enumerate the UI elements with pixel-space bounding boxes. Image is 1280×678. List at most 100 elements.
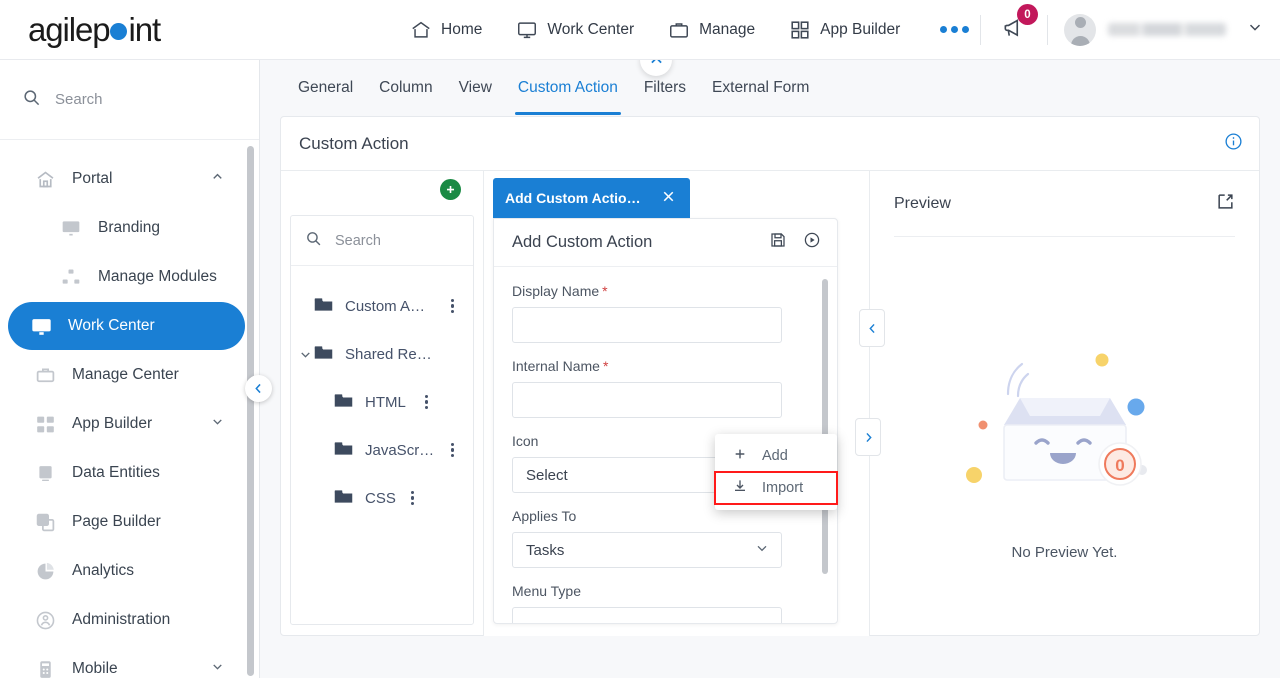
sidebar-label-page-builder: Page Builder: [72, 513, 161, 530]
tree-row-css[interactable]: CSS: [291, 474, 473, 522]
field-menu-type: Menu Type: [512, 583, 819, 623]
logo-text-left: agilep: [28, 10, 111, 48]
preview-empty-text: No Preview Yet.: [1011, 544, 1118, 561]
sidebar-item-mobile[interactable]: Mobile: [12, 645, 245, 678]
form-scrollbar[interactable]: [822, 279, 828, 574]
user-menu-chevron-down-icon[interactable]: [1246, 18, 1264, 41]
top-bar-right: 0: [964, 4, 1264, 49]
app-root: agilep int Home Work Center Manage App B…: [0, 0, 1280, 678]
sidebar-collapse-button[interactable]: [245, 375, 272, 402]
add-custom-action-tab-label: Add Custom Actio…: [505, 190, 641, 206]
sidebar-label-data-entities: Data Entities: [72, 464, 160, 481]
sidebar-item-portal[interactable]: Portal: [12, 155, 245, 203]
sidebar-item-manage-modules[interactable]: Manage Modules: [12, 253, 245, 301]
nav-home[interactable]: Home: [410, 19, 482, 41]
sidebar-item-page-builder[interactable]: Page Builder: [12, 498, 245, 546]
close-icon[interactable]: [660, 188, 677, 208]
sidebar-item-manage-center[interactable]: Manage Center: [12, 351, 245, 399]
context-menu-item-import[interactable]: Import: [714, 471, 838, 505]
external-link-icon[interactable]: [1216, 192, 1235, 216]
tree-label: Custom A…: [345, 297, 426, 315]
chevron-left-icon: [255, 383, 261, 394]
info-circle-icon[interactable]: [1224, 132, 1243, 156]
tree-context-menu: Add Import: [714, 434, 838, 510]
mobile-icon: [34, 658, 56, 678]
save-icon[interactable]: [769, 231, 787, 254]
work-center-icon: [30, 315, 52, 337]
field-internal-name: Internal Name *: [512, 358, 819, 418]
sidebar-item-branding[interactable]: Branding: [12, 204, 245, 252]
context-menu-item-add[interactable]: Add: [715, 440, 837, 472]
tab-general[interactable]: General: [285, 61, 366, 115]
sidebar-search[interactable]: Search: [0, 60, 259, 140]
tree-row-menu-button[interactable]: [451, 442, 455, 458]
applies-to-select[interactable]: Tasks: [512, 532, 782, 568]
sidebar-item-data-entities[interactable]: Data Entities: [12, 449, 245, 497]
preview-header: Preview: [894, 171, 1235, 237]
internal-name-input[interactable]: [512, 382, 782, 418]
plus-icon: [446, 185, 455, 194]
required-asterisk: *: [602, 283, 608, 299]
sidebar-item-administration[interactable]: Administration: [12, 596, 245, 644]
sidebar-scrollbar[interactable]: [247, 146, 254, 676]
tab-column[interactable]: Column: [366, 61, 445, 115]
folder-icon: [313, 294, 334, 319]
announcements-button[interactable]: 0: [997, 4, 1038, 49]
preview-title: Preview: [894, 194, 951, 212]
collapse-form-panel-button[interactable]: [859, 309, 885, 347]
expand-preview-panel-button[interactable]: [855, 418, 881, 456]
display-name-input[interactable]: [512, 307, 782, 343]
logo-dot-icon: [110, 22, 128, 40]
agilepoint-logo[interactable]: agilep int: [28, 10, 161, 49]
tree-row-shared-resources[interactable]: Shared Re…: [291, 330, 473, 378]
logo-text-right: int: [128, 10, 161, 48]
tab-column-label: Column: [379, 79, 433, 96]
add-custom-action-tab[interactable]: Add Custom Actio…: [493, 178, 690, 218]
tree-row-html[interactable]: HTML: [291, 378, 473, 426]
menu-type-select[interactable]: [512, 607, 782, 623]
sidebar-item-work-center[interactable]: Work Center: [8, 302, 245, 350]
tree-column: Search Custom A… Shared Re… HTML JavaScr…: [281, 171, 484, 636]
tree-row-custom-actions[interactable]: Custom A…: [291, 282, 473, 330]
top-bar: agilep int Home Work Center Manage App B…: [0, 0, 1280, 60]
field-display-name: Display Name *: [512, 283, 819, 343]
manage-center-icon: [34, 364, 56, 386]
tree-row-menu-button[interactable]: [411, 490, 415, 506]
tree-label: JavaScr…: [365, 441, 435, 459]
sidebar-item-app-builder[interactable]: App Builder: [12, 400, 245, 448]
field-internal-name-label: Internal Name *: [512, 358, 609, 374]
chevron-down-icon[interactable]: [298, 347, 313, 362]
chevron-down-icon: [210, 659, 225, 678]
sidebar-label-analytics: Analytics: [72, 562, 135, 579]
briefcase-icon: [668, 19, 690, 41]
play-circle-icon[interactable]: [803, 231, 821, 254]
tree-row-menu-button[interactable]: [451, 298, 455, 314]
add-resource-button[interactable]: [440, 179, 461, 200]
tree-search-placeholder: Search: [335, 232, 381, 249]
tab-custom-action[interactable]: Custom Action: [505, 61, 631, 115]
notification-badge: 0: [1017, 4, 1038, 25]
search-icon: [305, 230, 322, 251]
administration-icon: [34, 609, 56, 631]
nav-app-builder-label: App Builder: [820, 20, 901, 38]
sidebar-item-analytics[interactable]: Analytics: [12, 547, 245, 595]
field-display-name-label: Display Name *: [512, 283, 608, 299]
sidebar-label-administration: Administration: [72, 611, 171, 628]
nav-work-center[interactable]: Work Center: [516, 19, 634, 41]
plus-icon: [732, 446, 748, 466]
tree-search-input[interactable]: Search: [291, 216, 473, 266]
avatar[interactable]: [1064, 13, 1096, 46]
nav-manage[interactable]: Manage: [668, 19, 755, 41]
divider-2: [1047, 14, 1048, 45]
divider-1: [980, 14, 981, 45]
avatar-glyph: [1064, 14, 1096, 46]
form-actions: [769, 231, 821, 254]
tree-label: CSS: [365, 489, 396, 507]
tab-external-form[interactable]: External Form: [699, 61, 822, 115]
tree-row-javascript[interactable]: JavaScr…: [291, 426, 473, 474]
nav-app-builder[interactable]: App Builder: [789, 19, 900, 41]
folder-icon: [333, 438, 354, 463]
tree-label: Shared Re…: [345, 345, 432, 363]
tab-view[interactable]: View: [446, 61, 505, 115]
tree-row-menu-button[interactable]: [425, 394, 429, 410]
